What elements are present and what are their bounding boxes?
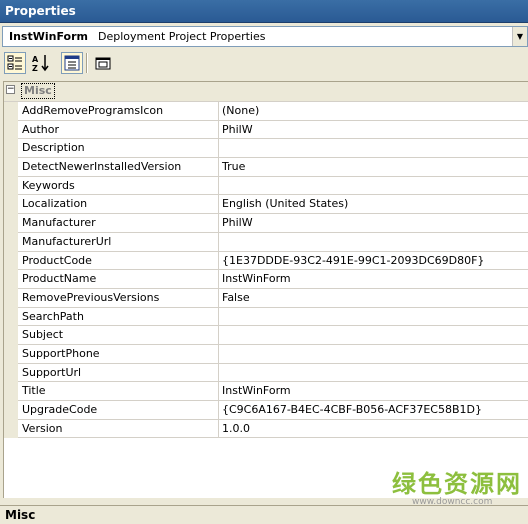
- property-name[interactable]: Title: [18, 382, 219, 401]
- property-name[interactable]: Version: [18, 419, 219, 439]
- object-selector[interactable]: InstWinForm Deployment Project Properties…: [2, 26, 528, 47]
- row-gutter: [4, 270, 18, 289]
- property-row[interactable]: Localization English (United States): [4, 195, 528, 215]
- property-value[interactable]: InstWinForm: [219, 382, 528, 401]
- row-gutter: [4, 139, 18, 159]
- property-name[interactable]: Localization: [18, 195, 219, 215]
- property-name[interactable]: AddRemoveProgramsIcon: [18, 102, 219, 121]
- property-row[interactable]: AddRemoveProgramsIcon (None): [4, 102, 528, 121]
- watermark-url: www.downcc.com: [412, 497, 493, 507]
- property-row[interactable]: SupportPhone: [4, 344, 528, 364]
- property-name[interactable]: Description: [18, 139, 219, 159]
- property-value[interactable]: {C9C6A167-B4EC-4CBF-B056-ACF37EC58B1D}: [219, 401, 528, 420]
- property-list: AddRemoveProgramsIcon (None) Author PhilW De…: [4, 102, 528, 439]
- row-gutter: [4, 307, 18, 327]
- property-value[interactable]: [219, 177, 528, 196]
- property-name[interactable]: ProductCode: [18, 251, 219, 271]
- category-label: Misc: [21, 83, 55, 99]
- row-gutter: [4, 214, 18, 233]
- property-name[interactable]: Author: [18, 120, 219, 140]
- window-title: Properties: [0, 0, 528, 23]
- property-name[interactable]: UpgradeCode: [18, 401, 219, 420]
- row-gutter: [4, 195, 18, 215]
- row-gutter: [4, 251, 18, 271]
- category-row[interactable]: − Misc: [4, 82, 528, 102]
- property-pages-icon: [95, 57, 111, 70]
- watermark-text: 绿色资源网: [392, 470, 522, 498]
- row-gutter: [4, 344, 18, 364]
- row-gutter: [4, 326, 18, 345]
- property-value[interactable]: False: [219, 289, 528, 308]
- property-row[interactable]: Title InstWinForm: [4, 382, 528, 401]
- description-title: Misc: [0, 505, 528, 524]
- toolbar-separator: [86, 53, 88, 73]
- collapse-icon[interactable]: −: [6, 85, 15, 94]
- property-pages-button[interactable]: [92, 52, 114, 74]
- alphabetical-icon: A Z: [32, 55, 49, 72]
- property-value[interactable]: PhilW: [219, 214, 528, 233]
- property-name[interactable]: ProductName: [18, 270, 219, 289]
- row-gutter: [4, 158, 18, 177]
- row-gutter: [4, 176, 18, 196]
- property-row[interactable]: SupportUrl: [4, 363, 528, 383]
- property-name[interactable]: Keywords: [18, 176, 219, 196]
- row-gutter: [4, 120, 18, 140]
- row-gutter: [4, 419, 18, 439]
- row-gutter: [4, 232, 18, 252]
- svg-text:A: A: [32, 55, 39, 64]
- property-name[interactable]: ManufacturerUrl: [18, 232, 219, 252]
- property-grid[interactable]: − Misc AddRemoveProgramsIcon (None) Author…: [3, 81, 528, 498]
- property-value[interactable]: True: [219, 158, 528, 177]
- property-row[interactable]: Author PhilW: [4, 120, 528, 140]
- property-name[interactable]: SearchPath: [18, 307, 219, 327]
- property-value[interactable]: [219, 139, 528, 159]
- property-row[interactable]: ProductCode {1E37DDDE-93C2-491E-99C1-2093…: [4, 251, 528, 271]
- property-row[interactable]: RemovePreviousVersions False: [4, 288, 528, 308]
- chevron-down-icon[interactable]: ▼: [512, 27, 527, 46]
- row-gutter: [4, 401, 18, 420]
- property-name[interactable]: RemovePreviousVersions: [18, 288, 219, 308]
- property-name[interactable]: SupportPhone: [18, 344, 219, 364]
- property-row[interactable]: SearchPath: [4, 307, 528, 327]
- categorized-button[interactable]: [4, 52, 26, 74]
- property-name[interactable]: Subject: [18, 326, 219, 345]
- property-row[interactable]: Version 1.0.0: [4, 419, 528, 439]
- property-row[interactable]: ManufacturerUrl: [4, 232, 528, 252]
- property-row[interactable]: ProductName InstWinForm: [4, 270, 528, 289]
- property-value[interactable]: [219, 326, 528, 345]
- property-row[interactable]: Description: [4, 139, 528, 159]
- svg-text:Z: Z: [32, 64, 38, 72]
- properties-button[interactable]: [61, 52, 83, 74]
- property-name[interactable]: SupportUrl: [18, 363, 219, 383]
- alphabetical-button[interactable]: A Z: [30, 52, 52, 74]
- row-gutter: [4, 288, 18, 308]
- watermark-logo: 绿色资源网 www.downcc.com: [392, 470, 528, 507]
- categorized-icon: [7, 55, 22, 70]
- property-value[interactable]: InstWinForm: [219, 270, 528, 289]
- property-value[interactable]: English (United States): [219, 195, 528, 215]
- property-row[interactable]: DetectNewerInstalledVersion True: [4, 158, 528, 177]
- property-value[interactable]: 1.0.0: [219, 420, 528, 439]
- row-gutter: [4, 382, 18, 401]
- property-name[interactable]: Manufacturer: [18, 214, 219, 233]
- property-row[interactable]: Manufacturer PhilW: [4, 214, 528, 233]
- property-value[interactable]: [219, 308, 528, 327]
- property-value[interactable]: [219, 233, 528, 252]
- row-gutter: [4, 363, 18, 383]
- row-gutter: [4, 102, 18, 121]
- toolbar: A Z: [0, 48, 528, 79]
- property-row[interactable]: Subject: [4, 326, 528, 345]
- property-row[interactable]: UpgradeCode {C9C6A167-B4EC-4CBF-B056-ACF3…: [4, 401, 528, 420]
- object-type: Deployment Project Properties: [97, 30, 266, 43]
- property-value[interactable]: {1E37DDDE-93C2-491E-99C1-2093DC69D80F}: [219, 252, 528, 271]
- property-value[interactable]: (None): [219, 102, 528, 121]
- property-row[interactable]: Keywords: [4, 176, 528, 196]
- property-value[interactable]: PhilW: [219, 121, 528, 140]
- object-name: InstWinForm: [9, 30, 88, 43]
- property-name[interactable]: DetectNewerInstalledVersion: [18, 158, 219, 177]
- property-value[interactable]: [219, 345, 528, 364]
- property-value[interactable]: [219, 364, 528, 383]
- properties-icon: [64, 55, 80, 71]
